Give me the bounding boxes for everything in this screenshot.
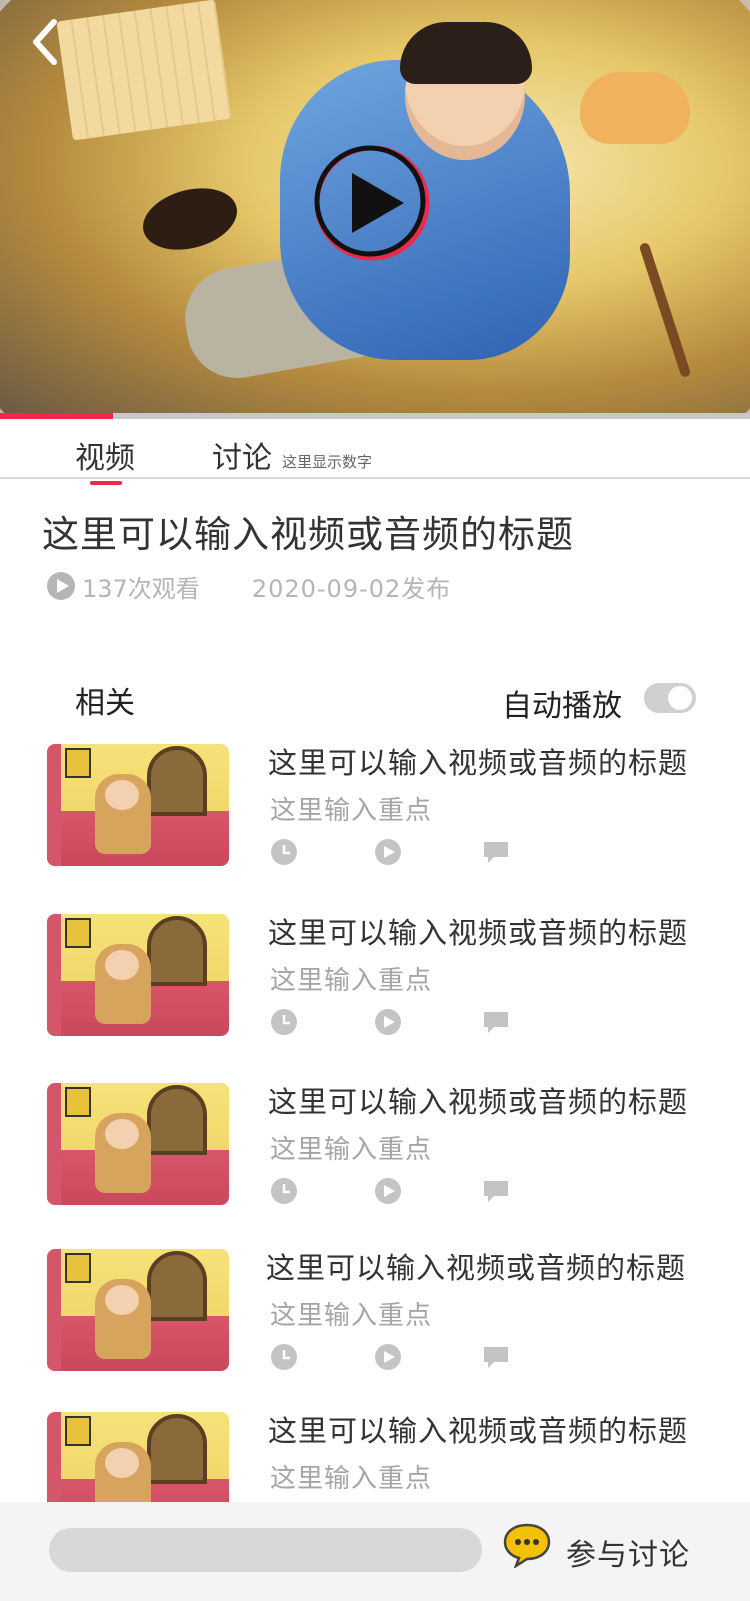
join-discussion-button[interactable]: 参与讨论	[566, 1530, 690, 1574]
clock-icon	[270, 1343, 298, 1371]
speech-bubble-icon	[482, 1008, 510, 1036]
join-discussion-icon-button[interactable]	[502, 1522, 552, 1570]
related-thumbnail	[47, 1083, 229, 1205]
chat-bubble-icon	[503, 1523, 551, 1570]
thumbnail-art	[47, 914, 61, 1036]
thumbnail-face	[105, 1285, 139, 1315]
thumbnail-sign	[65, 1087, 91, 1117]
related-item-subtitle: 这里输入重点	[270, 966, 433, 996]
clock-icon	[270, 838, 298, 866]
thumbnail-face	[105, 950, 139, 980]
play-button[interactable]	[312, 143, 432, 263]
related-item-title: 这里可以输入视频或音频的标题	[268, 1414, 689, 1448]
autoplay-toggle[interactable]	[644, 683, 696, 713]
thumbnail-face	[105, 780, 139, 810]
video-title: 这里可以输入视频或音频的标题	[42, 513, 574, 556]
publish-date: 2020-09-02发布	[251, 574, 452, 603]
play-circle-icon	[314, 145, 430, 261]
related-thumbnail	[47, 1412, 229, 1502]
autoplay-toggle-knob	[668, 686, 692, 710]
comment-input[interactable]	[49, 1528, 482, 1572]
speech-bubble-icon	[482, 1343, 510, 1371]
tab-discuss[interactable]: 讨论	[212, 433, 272, 477]
related-item-subtitle: 这里输入重点	[270, 1301, 433, 1331]
related-thumbnail	[47, 744, 229, 866]
video-player[interactable]	[0, 0, 750, 413]
thumbnail-art	[47, 744, 61, 866]
play-circle-icon	[374, 1343, 402, 1371]
autoplay-label: 自动播放	[502, 689, 622, 724]
tab-discuss-label: 讨论	[212, 441, 272, 476]
tab-video-label: 视频	[75, 441, 135, 476]
thumbnail-throne	[147, 1085, 207, 1155]
tab-discuss-count: 这里显示数字	[282, 453, 373, 471]
hero-illustration-scroll	[56, 0, 232, 141]
related-item-stats	[270, 838, 530, 868]
thumbnail-art	[47, 1412, 61, 1502]
speech-bubble-icon	[482, 1177, 510, 1205]
play-circle-icon	[374, 1177, 402, 1205]
related-item-subtitle: 这里输入重点	[270, 796, 433, 826]
related-thumbnail	[47, 1249, 229, 1371]
tab-video[interactable]: 视频	[75, 433, 135, 485]
related-item-title: 这里可以输入视频或音频的标题	[268, 1085, 689, 1119]
thumbnail-face	[105, 1119, 139, 1149]
back-button[interactable]	[26, 16, 66, 68]
view-count: 137次观看	[82, 574, 200, 603]
clock-icon	[270, 1177, 298, 1205]
related-item-stats	[270, 1177, 530, 1207]
related-item-title: 这里可以输入视频或音频的标题	[268, 916, 689, 950]
related-list: 这里可以输入视频或音频的标题 这里输入重点 这里可以输入视频或音频的标题 这里输…	[0, 740, 750, 1502]
related-item-stats	[270, 1343, 530, 1373]
related-heading: 相关	[75, 686, 135, 721]
tab-active-indicator	[90, 481, 122, 485]
thumbnail-art	[47, 1249, 61, 1371]
thumbnail-throne	[147, 916, 207, 986]
related-item-title: 这里可以输入视频或音频的标题	[266, 1251, 687, 1285]
related-item[interactable]: 这里可以输入视频或音频的标题 这里输入重点	[0, 740, 750, 870]
related-item-title: 这里可以输入视频或音频的标题	[268, 746, 689, 780]
play-circle-icon	[47, 572, 75, 600]
related-item[interactable]: 这里可以输入视频或音频的标题 这里输入重点	[0, 1408, 750, 1502]
thumbnail-sign	[65, 1253, 91, 1283]
hero-illustration-hair	[400, 22, 532, 84]
video-meta: 137次观看 2020-09-02发布	[46, 568, 451, 604]
related-item[interactable]: 这里可以输入视频或音频的标题 这里输入重点	[0, 1245, 750, 1375]
related-thumbnail	[47, 914, 229, 1036]
thumbnail-throne	[147, 746, 207, 816]
thumbnail-sign	[65, 748, 91, 778]
clock-icon	[270, 1008, 298, 1036]
related-item[interactable]: 这里可以输入视频或音频的标题 这里输入重点	[0, 910, 750, 1040]
play-circle-icon	[374, 838, 402, 866]
thumbnail-throne	[147, 1414, 207, 1484]
related-item-subtitle: 这里输入重点	[270, 1135, 433, 1165]
thumbnail-sign	[65, 1416, 91, 1446]
thumbnail-throne	[147, 1251, 207, 1321]
related-item[interactable]: 这里可以输入视频或音频的标题 这里输入重点	[0, 1079, 750, 1209]
tab-bar: 视频 讨论 这里显示数字	[0, 419, 750, 485]
thumbnail-art	[47, 1083, 61, 1205]
hero-illustration-cat	[580, 72, 690, 144]
thumbnail-sign	[65, 918, 91, 948]
play-circle-icon	[374, 1008, 402, 1036]
thumbnail-face	[105, 1448, 139, 1478]
chevron-left-icon	[33, 19, 57, 65]
related-item-subtitle: 这里输入重点	[270, 1464, 433, 1494]
speech-bubble-icon	[482, 838, 510, 866]
bottom-bar: 参与讨论	[0, 1502, 750, 1601]
related-item-stats	[270, 1008, 530, 1038]
